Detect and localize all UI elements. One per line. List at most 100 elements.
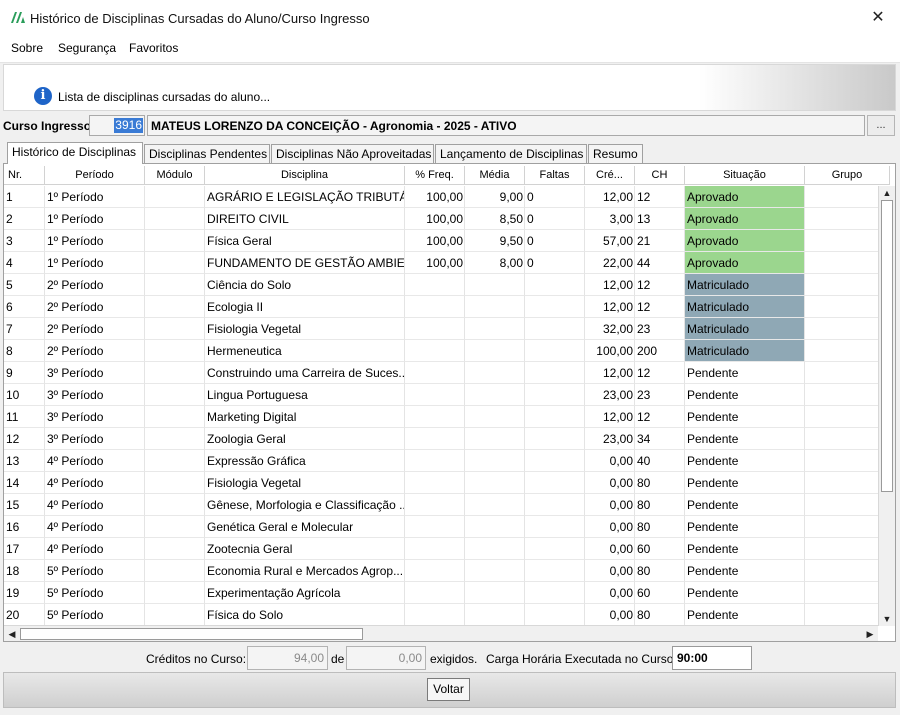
header-media[interactable]: Média [465, 166, 525, 185]
horizontal-scrollbar[interactable]: ◀ ▶ [4, 625, 878, 641]
table-row[interactable]: 11º Período AGRÁRIO E LEGISLAÇÃO TRIBUTÁR… [4, 186, 890, 208]
tab-strip: Histórico de Disciplinas Disciplinas Pen… [4, 142, 896, 164]
header-situacao[interactable]: Situação [685, 166, 805, 185]
header-modulo[interactable]: Módulo [145, 166, 205, 185]
cell-freq: 100,00 [405, 230, 465, 252]
cell-creditos: 12,00 [585, 186, 635, 208]
cell-faltas: 0 [525, 252, 585, 274]
cell-nr: 5 [4, 274, 45, 296]
cell-media [465, 472, 525, 494]
cell-periodo: 4º Período [45, 450, 145, 472]
info-banner: i Lista de disciplinas cursadas do aluno… [3, 64, 896, 111]
cell-nr: 2 [4, 208, 45, 230]
header-nr[interactable]: Nr. [4, 166, 45, 185]
cell-ch: 21 [635, 230, 685, 252]
header-faltas[interactable]: Faltas [525, 166, 585, 185]
curso-description-field: MATEUS LORENZO DA CONCEIÇÃO - Agronomia … [147, 115, 865, 136]
header-periodo[interactable]: Período [45, 166, 145, 185]
table-row[interactable]: 7 2º Período Fisiologia Vegetal 32,00 23 Matr… [4, 318, 890, 340]
cell-faltas [525, 450, 585, 472]
cell-ch: 200 [635, 340, 685, 362]
cell-freq: 100,00 [405, 186, 465, 208]
menu-item-seguranca[interactable]: Segurança [58, 41, 116, 55]
table-row[interactable]: 13 4º Período Expressão Gráfica 0,00 40 Pende… [4, 450, 890, 472]
scroll-right-icon[interactable]: ▶ [862, 626, 878, 641]
cell-situacao: Pendente [685, 384, 805, 406]
tab-resumo[interactable]: Resumo [588, 144, 643, 163]
table-row[interactable]: 9 3º Período Construindo uma Carreira de S… [4, 362, 890, 384]
cell-nr: 18 [4, 560, 45, 582]
cell-modulo [145, 472, 205, 494]
cell-ch: 12 [635, 186, 685, 208]
header-disciplina[interactable]: Disciplina [205, 166, 405, 185]
table-row[interactable]: 20 5º Período Física do Solo 0,00 80 Pendente [4, 604, 890, 626]
cell-faltas [525, 318, 585, 340]
cell-modulo [145, 296, 205, 318]
header-freq[interactable]: % Freq. [405, 166, 465, 185]
cell-freq [405, 604, 465, 626]
cell-periodo: 1º Período [45, 230, 145, 252]
cell-disciplina: Experimentação Agrícola [205, 582, 405, 604]
cell-situacao: Pendente [685, 472, 805, 494]
cell-freq: 100,00 [405, 208, 465, 230]
tab-lancamento-disciplinas[interactable]: Lançamento de Disciplinas [435, 144, 587, 163]
cell-freq [405, 340, 465, 362]
curso-code-field[interactable]: 3916 [89, 115, 145, 136]
info-icon: i [34, 87, 52, 105]
cell-nr: 10 [4, 384, 45, 406]
table-row[interactable]: 18 5º Período Economia Rural e Mercados Ag… [4, 560, 890, 582]
voltar-button[interactable]: Voltar [427, 678, 470, 701]
cell-situacao: Pendente [685, 362, 805, 384]
header-ch[interactable]: CH [635, 166, 685, 185]
cell-modulo [145, 186, 205, 208]
tab-historico-disciplinas[interactable]: Histórico de Disciplinas [7, 142, 143, 164]
table-row[interactable]: 8 2º Período Hermeneutica 100,00 200 Matricul… [4, 340, 890, 362]
cell-periodo: 2º Período [45, 274, 145, 296]
grid-header: Nr. Período Módulo Disciplina% Freq. Média Fa… [4, 166, 890, 185]
table-row[interactable]: 19 5º Período Experimentação Agrícola 0,00 6… [4, 582, 890, 604]
table-row[interactable]: 15 4º Período Gênese, Morfologia e Classif… [4, 494, 890, 516]
scroll-up-icon[interactable]: ▲ [879, 186, 895, 200]
cell-nr: 14 [4, 472, 45, 494]
cell-faltas [525, 340, 585, 362]
cell-media [465, 340, 525, 362]
table-row[interactable]: 5 2º Período Ciência do Solo 12,00 12 Matricu… [4, 274, 890, 296]
table-row[interactable]: 10 3º Período Lingua Portuguesa 23,00 23 Pend… [4, 384, 890, 406]
table-row[interactable]: 12 3º Período Zoologia Geral 23,00 34 Pendent… [4, 428, 890, 450]
menu-item-sobre[interactable]: Sobre [11, 41, 43, 55]
cell-nr: 19 [4, 582, 45, 604]
cell-situacao: Aprovado [685, 208, 805, 230]
cell-nr: 11 [4, 406, 45, 428]
vertical-scroll-thumb[interactable] [881, 200, 893, 492]
horizontal-scroll-thumb[interactable] [20, 628, 363, 640]
table-row[interactable]: 6 2º Período Ecologia II 12,00 12 Matriculado [4, 296, 890, 318]
table-row[interactable]: 11 3º Período Marketing Digital 12,00 12 Pend… [4, 406, 890, 428]
tab-disciplinas-pendentes[interactable]: Disciplinas Pendentes [144, 144, 270, 163]
table-row[interactable]: 17 4º Período Zootecnia Geral 0,00 60 Pendent… [4, 538, 890, 560]
scroll-down-icon[interactable]: ▼ [879, 612, 895, 626]
curso-lookup-button[interactable]: ... [867, 115, 895, 136]
table-row[interactable]: 4 1º Período FUNDAMENTO DE GESTÃO AMBIE...… [4, 252, 890, 274]
cell-creditos: 0,00 [585, 604, 635, 626]
cell-nr: 7 [4, 318, 45, 340]
cell-faltas [525, 582, 585, 604]
cell-periodo: 4º Período [45, 516, 145, 538]
table-row[interactable]: 2 1º Período DIREITO CIVIL 100,00 8,50 0 3,00 1… [4, 208, 890, 230]
header-grupo[interactable]: Grupo [805, 166, 890, 185]
close-icon[interactable]: ✕ [856, 0, 900, 36]
table-row[interactable]: 3 1º Período Física Geral 100,00 9,50 0 57,00 2… [4, 230, 890, 252]
header-creditos[interactable]: Cré... [585, 166, 635, 185]
cell-disciplina: Hermeneutica [205, 340, 405, 362]
cell-periodo: 3º Período [45, 428, 145, 450]
tab-disciplinas-nao-aproveitadas[interactable]: Disciplinas Não Aproveitadas [271, 144, 434, 163]
table-row[interactable]: 16 4º Período Genética Geral e Molecular 0,… [4, 516, 890, 538]
table-row[interactable]: 14 4º Período Fisiologia Vegetal 0,00 80 Pend… [4, 472, 890, 494]
cell-situacao: Matriculado [685, 340, 805, 362]
vertical-scrollbar[interactable]: ▲ ▼ [878, 186, 895, 626]
cell-disciplina: AGRÁRIO E LEGISLAÇÃO TRIBUTÁRIA [205, 186, 405, 208]
menu-item-favoritos[interactable]: Favoritos [129, 41, 178, 55]
disciplinas-grid[interactable]: Nr. Período Módulo Disciplina% Freq. Média Fa… [3, 163, 896, 642]
cell-freq [405, 538, 465, 560]
scroll-left-icon[interactable]: ◀ [4, 626, 20, 641]
cell-periodo: 1º Período [45, 252, 145, 274]
